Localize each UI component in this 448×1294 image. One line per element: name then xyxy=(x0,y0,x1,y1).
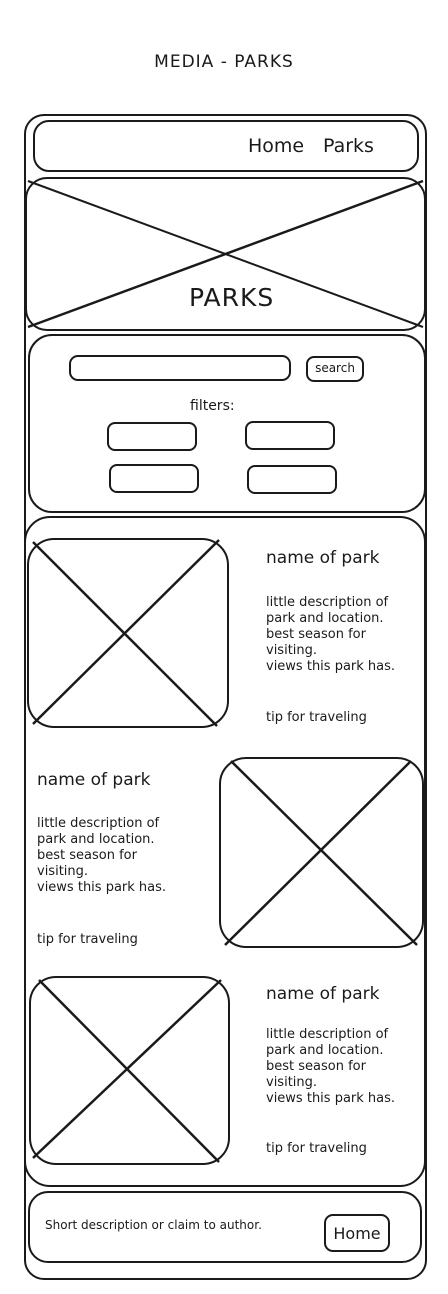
filter-option-1[interactable] xyxy=(107,422,197,451)
park-1-desc-line: views this park has. xyxy=(266,659,396,674)
park-2-image-placeholder-icon xyxy=(219,757,424,948)
park-2-name: name of park xyxy=(37,770,151,790)
hero-title: PARKS xyxy=(189,283,275,312)
park-2-desc-line: little description of xyxy=(37,816,160,831)
park-3-desc-line: little description of xyxy=(266,1027,389,1042)
park-2-desc-line: best season for xyxy=(37,848,137,863)
park-2-description: little description of park and location.… xyxy=(37,816,166,896)
park-1-tip: tip for traveling xyxy=(266,710,367,725)
search-button-label: search xyxy=(315,361,355,375)
page-title: MEDIA - PARKS xyxy=(154,52,294,72)
park-1-name: name of park xyxy=(266,548,380,568)
filter-option-4[interactable] xyxy=(247,465,337,494)
nav-parks-link[interactable]: Parks xyxy=(323,135,374,157)
park-3-desc-line: park and location. xyxy=(266,1043,384,1058)
park-2-desc-line: park and location. xyxy=(37,832,155,847)
park-2-desc-line: visiting. xyxy=(37,864,89,879)
park-1-desc-line: park and location. xyxy=(266,611,384,626)
filter-option-2[interactable] xyxy=(245,421,335,450)
park-1-desc-line: visiting. xyxy=(266,643,318,658)
nav-home-link[interactable]: Home xyxy=(248,135,304,157)
park-2-tip: tip for traveling xyxy=(37,932,138,947)
footer-text: Short description or claim to author. xyxy=(45,1218,262,1232)
park-1-desc-line: best season for xyxy=(266,627,366,642)
filters-label: filters: xyxy=(190,398,235,414)
park-1-desc-line: little description of xyxy=(266,595,389,610)
park-3-image-placeholder-icon xyxy=(29,976,230,1165)
park-3-desc-line: views this park has. xyxy=(266,1091,396,1106)
park-3-desc-line: best season for xyxy=(266,1059,366,1074)
park-3-desc-line: visiting. xyxy=(266,1075,318,1090)
park-3-name: name of park xyxy=(266,984,380,1004)
park-3-tip: tip for traveling xyxy=(266,1141,367,1156)
search-input[interactable] xyxy=(69,355,291,381)
park-3-description: little description of park and location.… xyxy=(266,1027,395,1107)
footer-home-button-label: Home xyxy=(333,1224,381,1243)
park-2-desc-line: views this park has. xyxy=(37,880,167,895)
filter-option-3[interactable] xyxy=(109,464,199,493)
park-1-image-placeholder-icon xyxy=(27,538,229,728)
park-1-description: little description of park and location.… xyxy=(266,595,395,675)
